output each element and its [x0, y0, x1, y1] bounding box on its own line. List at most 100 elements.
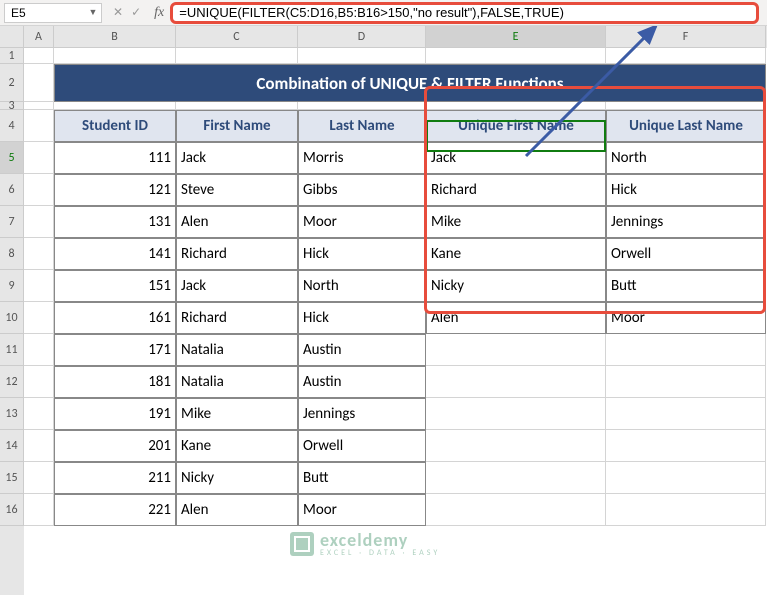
- cell-E11[interactable]: [426, 334, 606, 366]
- row-header-16[interactable]: 16: [0, 494, 24, 526]
- cell-A13[interactable]: [24, 398, 54, 430]
- cell-F8[interactable]: Orwell: [606, 238, 766, 270]
- cell-B11[interactable]: 171: [54, 334, 176, 366]
- cell-D8[interactable]: Hick: [298, 238, 426, 270]
- cell-C7[interactable]: Alen: [176, 206, 298, 238]
- cell-A4[interactable]: [24, 110, 54, 142]
- fx-icon[interactable]: fx: [148, 5, 170, 21]
- cell-C15[interactable]: Nicky: [176, 462, 298, 494]
- cell-A16[interactable]: [24, 494, 54, 526]
- row-header-5[interactable]: 5: [0, 142, 24, 174]
- cell-F5[interactable]: North: [606, 142, 766, 174]
- column-header-D[interactable]: D: [298, 26, 426, 48]
- row-header-15[interactable]: 15: [0, 462, 24, 494]
- cell-F16[interactable]: [606, 494, 766, 526]
- cancel-icon[interactable]: ✕: [110, 5, 126, 20]
- cell-D15[interactable]: Butt: [298, 462, 426, 494]
- column-header-A[interactable]: A: [24, 26, 54, 48]
- row-header-2[interactable]: 2: [0, 64, 24, 102]
- row-header-10[interactable]: 10: [0, 302, 24, 334]
- row-header-8[interactable]: 8: [0, 238, 24, 270]
- cell-D11[interactable]: Austin: [298, 334, 426, 366]
- cell-C16[interactable]: Alen: [176, 494, 298, 526]
- cell-B16[interactable]: 221: [54, 494, 176, 526]
- cell-D9[interactable]: North: [298, 270, 426, 302]
- cell-F7[interactable]: Jennings: [606, 206, 766, 238]
- cell-C6[interactable]: Steve: [176, 174, 298, 206]
- cell-B3[interactable]: [54, 102, 176, 110]
- row-header-14[interactable]: 14: [0, 430, 24, 462]
- cell-B10[interactable]: 161: [54, 302, 176, 334]
- cell-A2[interactable]: [24, 64, 54, 102]
- cell-E14[interactable]: [426, 430, 606, 462]
- cell-B14[interactable]: 201: [54, 430, 176, 462]
- formula-input[interactable]: [170, 2, 759, 24]
- row-header-13[interactable]: 13: [0, 398, 24, 430]
- cell-B4[interactable]: Student ID: [54, 110, 176, 142]
- cell-E8[interactable]: Kane: [426, 238, 606, 270]
- cell-F9[interactable]: Butt: [606, 270, 766, 302]
- cell-A5[interactable]: [24, 142, 54, 174]
- confirm-icon[interactable]: ✓: [128, 5, 144, 20]
- cell-C11[interactable]: Natalia: [176, 334, 298, 366]
- cell-A10[interactable]: [24, 302, 54, 334]
- row-header-12[interactable]: 12: [0, 366, 24, 398]
- cell-C3[interactable]: [176, 102, 298, 110]
- row-header-7[interactable]: 7: [0, 206, 24, 238]
- cell-E3[interactable]: [426, 102, 606, 110]
- cell-F13[interactable]: [606, 398, 766, 430]
- cell-D4[interactable]: Last Name: [298, 110, 426, 142]
- cell-F1[interactable]: [606, 48, 766, 64]
- cell-E12[interactable]: [426, 366, 606, 398]
- cell-A6[interactable]: [24, 174, 54, 206]
- cell-A7[interactable]: [24, 206, 54, 238]
- name-box[interactable]: [5, 6, 85, 20]
- cell-F15[interactable]: [606, 462, 766, 494]
- cell-A9[interactable]: [24, 270, 54, 302]
- cell-E15[interactable]: [426, 462, 606, 494]
- cell-C10[interactable]: Richard: [176, 302, 298, 334]
- cell-B2[interactable]: Combination of UNIQUE & FILTER Functions: [54, 64, 766, 102]
- cell-C9[interactable]: Jack: [176, 270, 298, 302]
- cell-E4[interactable]: Unique First Name: [426, 110, 606, 142]
- cell-D16[interactable]: Moor: [298, 494, 426, 526]
- name-box-dropdown[interactable]: ▼: [85, 7, 101, 18]
- cell-D3[interactable]: [298, 102, 426, 110]
- cell-A11[interactable]: [24, 334, 54, 366]
- column-header-B[interactable]: B: [54, 26, 176, 48]
- column-header-E[interactable]: E: [426, 26, 606, 48]
- cell-B6[interactable]: 121: [54, 174, 176, 206]
- cell-A3[interactable]: [24, 102, 54, 110]
- cell-E13[interactable]: [426, 398, 606, 430]
- column-header-F[interactable]: F: [606, 26, 766, 48]
- cell-E5[interactable]: Jack: [426, 142, 606, 174]
- cell-D14[interactable]: Orwell: [298, 430, 426, 462]
- cell-C1[interactable]: [176, 48, 298, 64]
- cell-C4[interactable]: First Name: [176, 110, 298, 142]
- cell-F10[interactable]: Moor: [606, 302, 766, 334]
- cell-F6[interactable]: Hick: [606, 174, 766, 206]
- cell-F11[interactable]: [606, 334, 766, 366]
- row-header-6[interactable]: 6: [0, 174, 24, 206]
- cell-A12[interactable]: [24, 366, 54, 398]
- cell-B8[interactable]: 141: [54, 238, 176, 270]
- cell-B7[interactable]: 131: [54, 206, 176, 238]
- cell-B12[interactable]: 181: [54, 366, 176, 398]
- cell-F12[interactable]: [606, 366, 766, 398]
- cell-F14[interactable]: [606, 430, 766, 462]
- cell-C8[interactable]: Richard: [176, 238, 298, 270]
- cell-D12[interactable]: Austin: [298, 366, 426, 398]
- row-header-4[interactable]: 4: [0, 110, 24, 142]
- cell-D5[interactable]: Morris: [298, 142, 426, 174]
- cell-B1[interactable]: [54, 48, 176, 64]
- select-all-corner[interactable]: [0, 26, 24, 48]
- cell-D6[interactable]: Gibbs: [298, 174, 426, 206]
- cell-C14[interactable]: Kane: [176, 430, 298, 462]
- cell-E1[interactable]: [426, 48, 606, 64]
- cell-E10[interactable]: Alen: [426, 302, 606, 334]
- cell-A14[interactable]: [24, 430, 54, 462]
- cell-D7[interactable]: Moor: [298, 206, 426, 238]
- cell-E7[interactable]: Mike: [426, 206, 606, 238]
- cell-B15[interactable]: 211: [54, 462, 176, 494]
- cell-C12[interactable]: Natalia: [176, 366, 298, 398]
